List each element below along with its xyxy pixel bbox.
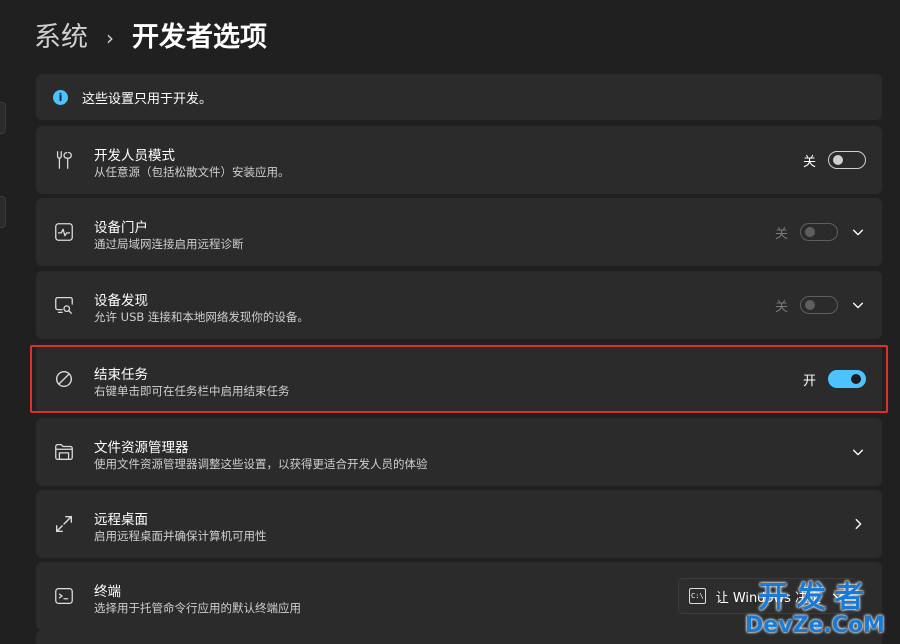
setting-description: 通过局域网连接启用远程诊断 [94,237,244,251]
toggle-state-label: 关 [774,226,788,242]
setting-title: 设备发现 [94,293,148,309]
chevron-down-icon [831,588,845,604]
chevron-right-icon[interactable] [850,516,866,532]
setting-description: 启用远程桌面并确保计算机可用性 [94,529,267,543]
setting-device-portal[interactable]: 设备门户 通过局域网连接启用远程诊断 关 [36,198,882,266]
breadcrumb-separator-icon: › [106,26,114,50]
terminal-icon [52,584,76,608]
device-discovery-icon [52,293,76,317]
developer-tools-icon [52,148,76,172]
developer-options-page: 系统 › 开发者选项 i 这些设置只用于开发。 开发人员模式 从任意源（包括松散… [0,0,900,644]
setting-description: 使用文件资源管理器调整这些设置，以获得更适合开发人员的体验 [94,457,428,471]
toggle-state-label: 开 [802,373,816,389]
setting-description: 允许 USB 连接和本地网络发现你的设备。 [94,310,309,324]
breadcrumb: 系统 › 开发者选项 [34,18,267,58]
nav-pane-edge[interactable] [0,196,6,228]
setting-developer-mode: 开发人员模式 从任意源（包括松散文件）安装应用。 关 [36,126,882,194]
setting-end-task: 结束任务 右键单击即可在任务栏中启用结束任务 开 [36,345,882,413]
info-icon: i [53,89,68,105]
end-task-toggle[interactable] [828,370,866,388]
setting-device-discovery[interactable]: 设备发现 允许 USB 连接和本地网络发现你的设备。 关 [36,271,882,339]
default-terminal-dropdown[interactable]: C:\ 让 Windows 决定 [678,578,856,614]
chevron-down-icon[interactable] [850,224,866,240]
setting-title: 终端 [94,584,121,600]
end-task-icon [52,367,76,391]
chevron-down-icon[interactable] [850,444,866,460]
device-portal-icon [52,220,76,244]
setting-title: 远程桌面 [94,512,148,528]
device-discovery-toggle [800,296,838,314]
info-text: 这些设置只用于开发。 [82,91,213,107]
remote-desktop-icon [52,512,76,536]
toggle-state-label: 关 [774,299,788,315]
toggle-state-label: 关 [802,154,816,170]
setting-card-partial [36,630,882,644]
toggle-knob [833,155,843,165]
nav-pane-edge[interactable] [0,102,6,134]
toggle-knob [851,374,861,384]
setting-description: 选择用于托管命令行应用的默认终端应用 [94,601,301,615]
command-prompt-icon: C:\ [689,588,706,604]
setting-title: 设备门户 [94,220,148,236]
setting-title: 开发人员模式 [94,148,175,164]
toggle-knob [805,300,815,310]
dropdown-selected-value: 让 Windows 决定 [715,590,821,606]
device-portal-toggle [800,223,838,241]
setting-title: 文件资源管理器 [94,440,189,456]
developer-mode-toggle[interactable] [828,151,866,169]
setting-title: 结束任务 [94,367,148,383]
page-title: 开发者选项 [132,22,267,53]
info-bar: i 这些设置只用于开发。 [36,74,882,120]
setting-remote-desktop[interactable]: 远程桌面 启用远程桌面并确保计算机可用性 [36,490,882,558]
setting-terminal: 终端 选择用于托管命令行应用的默认终端应用 C:\ 让 Windows 决定 [36,562,882,630]
chevron-down-icon[interactable] [850,297,866,313]
breadcrumb-parent[interactable]: 系统 [34,18,88,58]
file-explorer-icon [52,440,76,464]
toggle-knob [805,227,815,237]
setting-description: 从任意源（包括松散文件）安装应用。 [94,165,290,179]
setting-description: 右键单击即可在任务栏中启用结束任务 [94,384,290,398]
setting-file-explorer[interactable]: 文件资源管理器 使用文件资源管理器调整这些设置，以获得更适合开发人员的体验 [36,418,882,486]
